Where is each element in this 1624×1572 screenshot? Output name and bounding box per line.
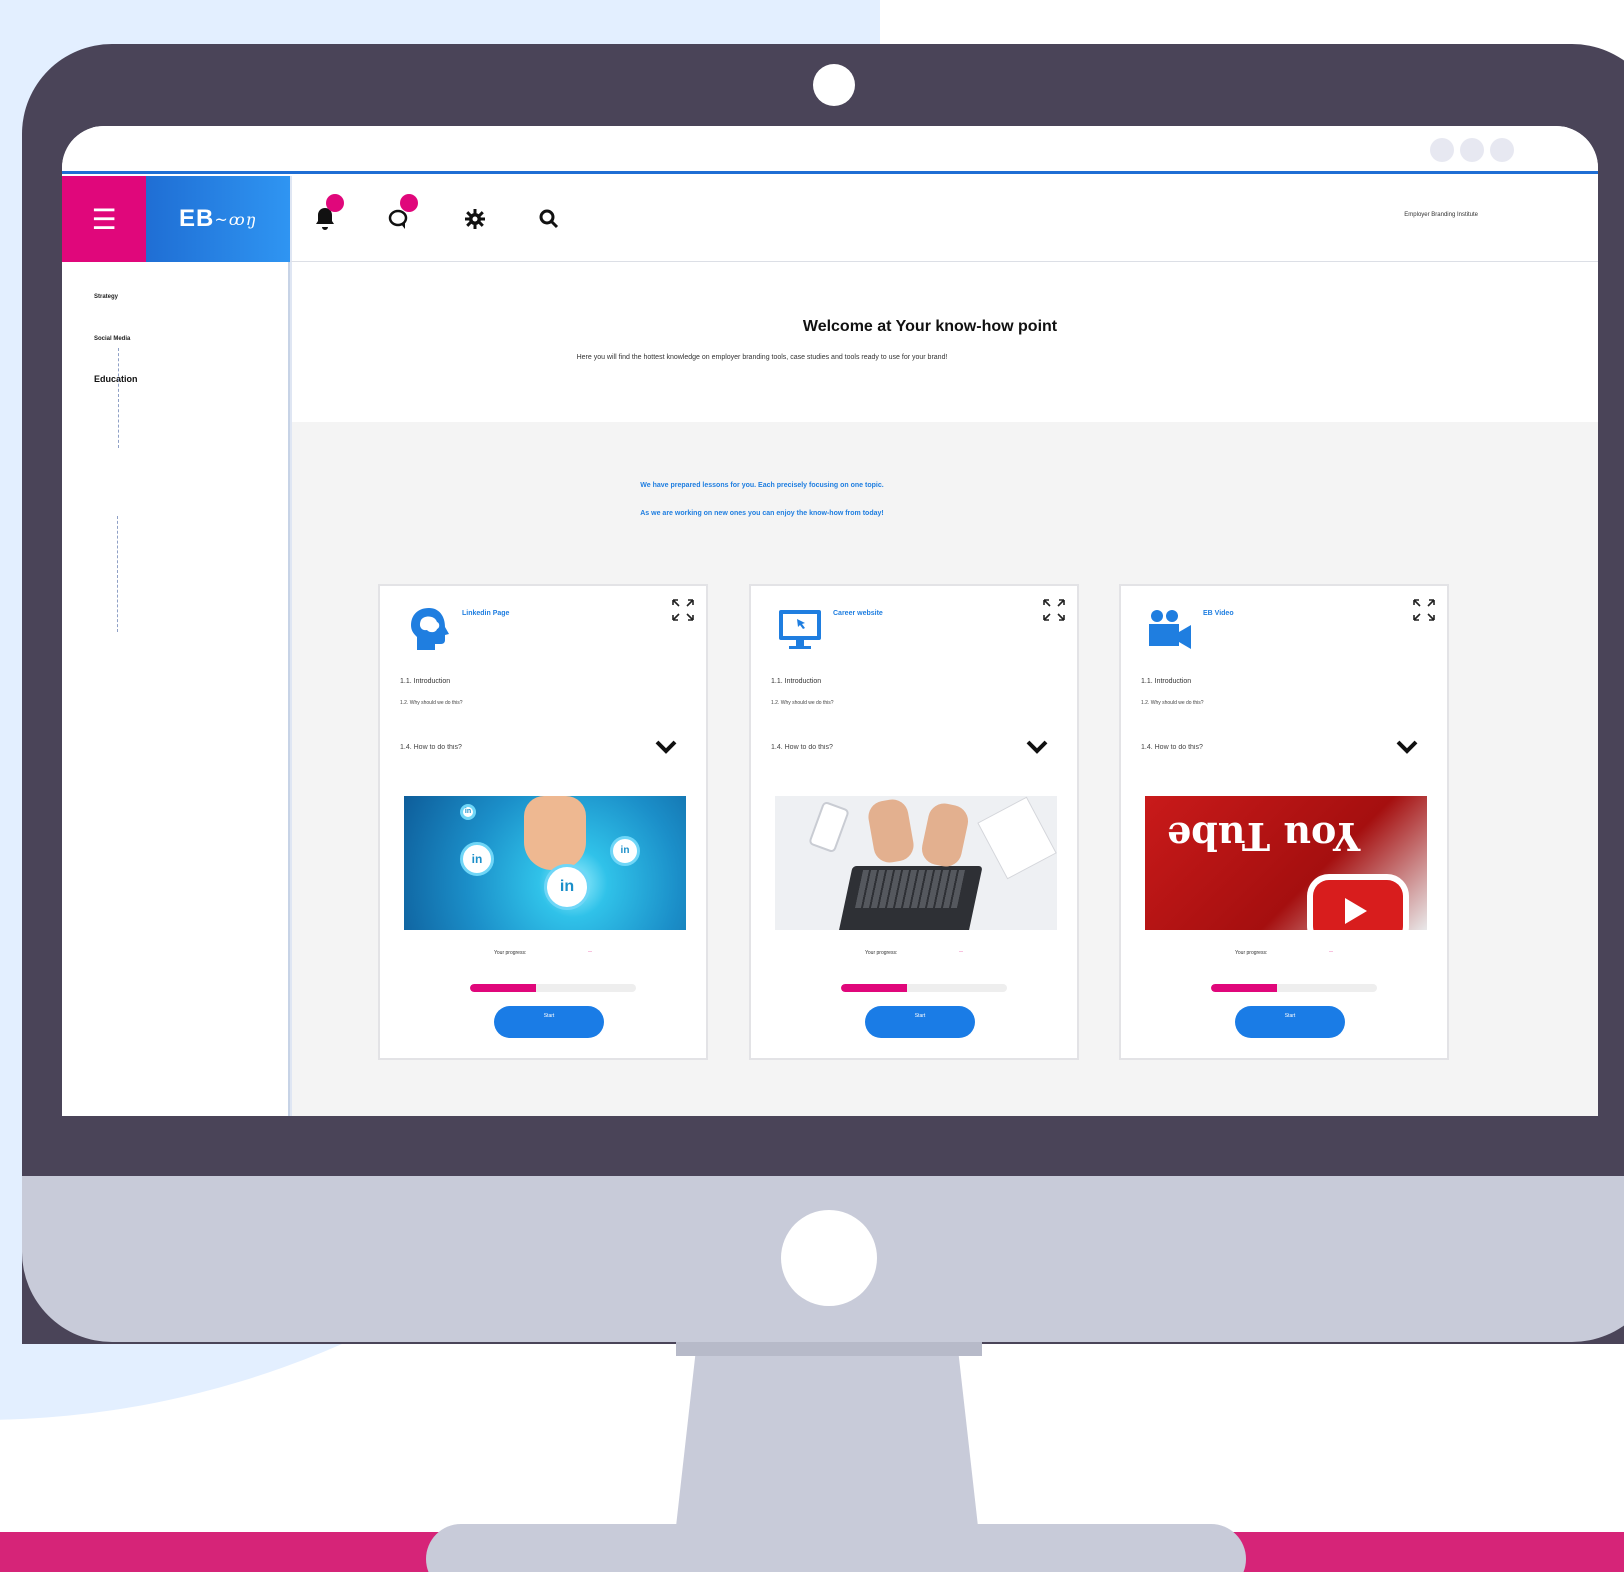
progress-fill bbox=[470, 984, 537, 992]
brain-head-icon-svg bbox=[411, 608, 449, 650]
logo[interactable]: EB ~ꝏŋ bbox=[146, 176, 290, 262]
chevron-down-icon[interactable] bbox=[1395, 736, 1419, 758]
mockup-stage: ☰ EB~ꝏŋ Strategy Social Media Education bbox=[0, 0, 1624, 1572]
lesson-item[interactable]: 1.2. Why should we do this? bbox=[771, 700, 834, 706]
youtube-logo-text: You Tube bbox=[1167, 814, 1361, 859]
screen: ☰ EB~ꝏŋ Strategy Social Media Education bbox=[62, 126, 1598, 1116]
browser-bar bbox=[62, 126, 1598, 174]
expand-icon[interactable] bbox=[1411, 598, 1437, 624]
lesson-item[interactable]: 1.4. How to do this? bbox=[1141, 744, 1203, 750]
chevron-down-icon-svg bbox=[1396, 740, 1418, 754]
chevron-down-icon-svg bbox=[655, 740, 677, 754]
hand-shape bbox=[918, 800, 972, 870]
monitor-stand-shadow bbox=[676, 1342, 982, 1356]
progress-label: Your progress: bbox=[1235, 950, 1268, 956]
intro-line-2: As we are working on new ones you can en… bbox=[640, 510, 884, 517]
monitor-icon-svg bbox=[779, 610, 821, 649]
organization-name: Employer Branding Institute bbox=[1404, 212, 1478, 218]
progress-bar bbox=[841, 984, 1007, 992]
sidebar-item-education[interactable]: Education bbox=[94, 374, 138, 384]
finger-shape bbox=[524, 796, 586, 870]
intro-line-1: We have prepared lessons for you. Each p… bbox=[640, 482, 884, 489]
sidebar-item-strategy[interactable]: Strategy bbox=[94, 294, 118, 300]
network-node: in bbox=[610, 836, 640, 866]
lesson-card-career-website: Career website 1.1. Introduction 1.2. Wh… bbox=[749, 584, 1079, 1060]
youtube-image: You Tube bbox=[1143, 794, 1429, 932]
chevron-down-icon-svg bbox=[1026, 740, 1048, 754]
progress-value: — bbox=[588, 948, 592, 953]
expand-icon[interactable] bbox=[1041, 598, 1067, 624]
expand-icon-svg bbox=[1413, 599, 1435, 621]
progress-fill bbox=[1211, 984, 1278, 992]
gear-icon[interactable] bbox=[462, 206, 488, 232]
top-bar: Employer Branding Institute bbox=[290, 176, 1598, 262]
search-icon-svg bbox=[539, 209, 559, 229]
sidebar-divider bbox=[117, 516, 118, 632]
lesson-card-eb-video: EB Video 1.1. Introduction 1.2. Why shou… bbox=[1119, 584, 1449, 1060]
network-node: in bbox=[460, 842, 494, 876]
lesson-item[interactable]: 1.1. Introduction bbox=[400, 678, 450, 685]
chevron-down-icon[interactable] bbox=[1025, 736, 1049, 758]
sidebar-divider bbox=[118, 348, 119, 448]
hand-shape bbox=[865, 796, 917, 866]
lessons-section: We have prepared lessons for you. Each p… bbox=[290, 422, 1598, 1116]
lesson-item[interactable]: 1.1. Introduction bbox=[771, 678, 821, 685]
window-dot-icon[interactable] bbox=[1490, 138, 1514, 162]
laptop-keyboard bbox=[854, 870, 966, 908]
video-camera-icon bbox=[1147, 606, 1193, 652]
progress-bar bbox=[1211, 984, 1377, 992]
monitor-camera bbox=[813, 64, 855, 106]
logo-text: EB bbox=[178, 205, 215, 232]
message-badge bbox=[400, 194, 418, 212]
brain-head-icon bbox=[406, 606, 452, 652]
expand-icon-svg bbox=[672, 599, 694, 621]
monitor-stand-base bbox=[426, 1524, 1246, 1572]
card-title[interactable]: Linkedin Page bbox=[462, 610, 509, 617]
hamburger-icon[interactable]: ☰ bbox=[62, 176, 146, 262]
monitor-chin-dot bbox=[781, 1210, 877, 1306]
logo-script: ~ꝏŋ bbox=[214, 209, 258, 229]
play-triangle-icon bbox=[1345, 898, 1367, 924]
notebook-shape bbox=[977, 796, 1057, 880]
youtube-play-icon bbox=[1313, 880, 1403, 930]
welcome-section: Welcome at Your know-how point Here you … bbox=[290, 262, 1598, 422]
sidebar-item-social-media[interactable]: Social Media bbox=[94, 336, 130, 342]
network-node: in bbox=[544, 864, 590, 910]
start-button[interactable]: Start bbox=[865, 1006, 975, 1038]
lesson-item[interactable]: 1.2. Why should we do this? bbox=[1141, 700, 1204, 706]
start-button[interactable]: Start bbox=[1235, 1006, 1345, 1038]
progress-value: — bbox=[959, 948, 963, 953]
progress-bar bbox=[470, 984, 636, 992]
card-title[interactable]: Career website bbox=[833, 610, 883, 617]
phone-shape bbox=[807, 800, 851, 854]
progress-label: Your progress: bbox=[494, 950, 527, 956]
page-title: Welcome at Your know-how point bbox=[802, 318, 1058, 335]
laptop-desk-image bbox=[773, 794, 1059, 932]
progress-value: — bbox=[1329, 948, 1333, 953]
lesson-item[interactable]: 1.4. How to do this? bbox=[771, 744, 833, 750]
monitor-icon bbox=[777, 606, 823, 652]
start-button[interactable]: Start bbox=[494, 1006, 604, 1038]
expand-icon-svg bbox=[1043, 599, 1065, 621]
chevron-down-icon[interactable] bbox=[654, 736, 678, 758]
search-icon[interactable] bbox=[536, 206, 562, 232]
lesson-item[interactable]: 1.2. Why should we do this? bbox=[400, 700, 463, 706]
linkedin-network-image: in in in in bbox=[402, 794, 688, 932]
gear-icon-svg bbox=[465, 209, 485, 229]
progress-label: Your progress: bbox=[865, 950, 898, 956]
expand-icon[interactable] bbox=[670, 598, 696, 624]
network-node: in bbox=[460, 804, 476, 820]
sidebar: ☰ EB ~ꝏŋ Strategy Social Media Education bbox=[62, 176, 290, 1116]
page-subtitle: Here you will find the hottest knowledge… bbox=[576, 354, 948, 361]
progress-fill bbox=[841, 984, 908, 992]
lesson-card-linkedin: Linkedin Page 1.1. Introduction 1.2. Why… bbox=[378, 584, 708, 1060]
lesson-item[interactable]: 1.1. Introduction bbox=[1141, 678, 1191, 685]
notification-badge bbox=[326, 194, 344, 212]
lesson-item[interactable]: 1.4. How to do this? bbox=[400, 744, 462, 750]
card-title[interactable]: EB Video bbox=[1203, 610, 1234, 617]
video-camera-icon-svg bbox=[1149, 610, 1191, 649]
window-dot-icon[interactable] bbox=[1460, 138, 1484, 162]
window-dot-icon[interactable] bbox=[1430, 138, 1454, 162]
